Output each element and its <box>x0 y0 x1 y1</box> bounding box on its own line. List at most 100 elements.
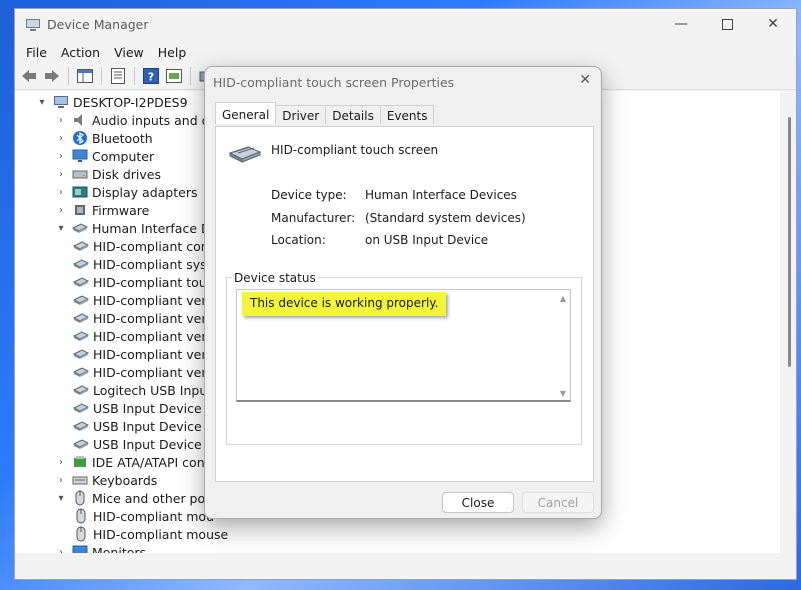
tab-general[interactable]: General <box>215 102 277 124</box>
tree-item[interactable]: HID-compliant mou <box>73 507 214 525</box>
update-driver-button[interactable] <box>164 66 184 86</box>
bluetooth-icon <box>72 130 88 146</box>
computer-icon <box>53 94 69 110</box>
menu-action[interactable]: Action <box>54 45 107 60</box>
tree-item[interactable]: HID-compliant mouse <box>73 525 228 543</box>
tree-item[interactable]: HID-compliant vend <box>72 309 218 327</box>
tree-item-label: HID-compliant vend <box>93 310 218 326</box>
maximize-button[interactable] <box>704 9 750 39</box>
chevron-right-icon[interactable]: › <box>54 133 68 144</box>
close-icon: ✕ <box>579 72 591 88</box>
title-bar[interactable]: Device Manager — ✕ <box>15 9 796 41</box>
tree-item[interactable]: HID-compliant vend <box>72 327 217 345</box>
tree-item-label: Logitech USB Input I <box>93 382 220 398</box>
vertical-scrollbar[interactable] <box>780 91 796 553</box>
chevron-right-icon[interactable]: › <box>54 151 68 162</box>
chevron-right-icon[interactable]: › <box>54 457 68 468</box>
tree-item[interactable]: HID-compliant touc <box>72 273 214 291</box>
tree-item-label: Computer <box>92 148 155 164</box>
minimize-button[interactable]: — <box>658 9 704 39</box>
tree-item-label: Firmware <box>92 202 150 218</box>
tree-item-label: Display adapters <box>92 184 198 200</box>
tree-item-label: HID-compliant touc <box>93 274 214 290</box>
update-driver-icon <box>166 69 182 83</box>
close-button[interactable]: Close <box>442 492 514 513</box>
tree-item-label: Monitors <box>92 544 147 554</box>
tree-item[interactable]: › Disk drives <box>54 165 161 183</box>
menu-view[interactable]: View <box>107 45 151 60</box>
tree-item-label: Keyboards <box>92 472 158 488</box>
chevron-right-icon[interactable]: › <box>54 169 68 180</box>
minimize-icon: — <box>674 16 688 32</box>
menu-help[interactable]: Help <box>151 45 194 60</box>
properties-button[interactable] <box>108 66 128 86</box>
tree-item[interactable]: › Keyboards <box>54 471 157 489</box>
dialog-close-button[interactable]: ✕ <box>579 72 591 88</box>
forward-button[interactable] <box>42 66 62 86</box>
tree-item[interactable]: › Firmware <box>54 201 149 219</box>
hid-icon <box>72 256 90 272</box>
chevron-right-icon[interactable]: › <box>54 205 68 216</box>
hid-icon <box>71 220 89 236</box>
help-icon: ? <box>143 68 159 84</box>
toolbar-divider <box>134 67 135 85</box>
back-button[interactable] <box>19 66 39 86</box>
horizontal-scrollbar[interactable] <box>15 553 782 569</box>
chevron-right-icon[interactable]: › <box>54 475 68 486</box>
device-status-textbox[interactable]: This device is working properly. ▲ ▼ <box>236 289 571 402</box>
tree-item-label: HID-compliant vend <box>93 346 218 362</box>
location-label: Location: <box>271 233 326 247</box>
tree-item[interactable]: HID-compliant vend <box>72 345 218 363</box>
tree-item[interactable]: HID-compliant syste <box>72 255 219 273</box>
chevron-down-icon[interactable]: ▾ <box>54 223 68 234</box>
tab-driver[interactable]: Driver <box>275 105 327 124</box>
ide-icon <box>72 454 88 470</box>
svg-text:?: ? <box>148 71 154 84</box>
tree-root[interactable]: ▾ DESKTOP-I2PDES9 <box>35 93 187 111</box>
device-name: HID-compliant touch screen <box>271 143 439 157</box>
scrollbar-thumb[interactable] <box>788 117 791 367</box>
tree-item[interactable]: HID-compliant cons <box>72 237 215 255</box>
tab-bar: General Driver Details Events <box>215 102 435 127</box>
manufacturer-value: (Standard system devices) <box>365 211 526 225</box>
hid-icon <box>72 292 90 308</box>
properties-dialog: HID-compliant touch screen Properties ✕ … <box>204 66 602 519</box>
tree-item[interactable]: › Monitors <box>54 543 146 553</box>
tree-item-label: Bluetooth <box>92 130 153 146</box>
touch-screen-device-icon <box>228 146 262 163</box>
tree-item[interactable]: HID-compliant vend <box>72 363 217 381</box>
scroll-up-icon[interactable]: ▲ <box>560 294 566 303</box>
toolbar-divider <box>101 67 102 85</box>
console-tree-icon <box>77 69 93 83</box>
tree-item[interactable]: › Computer <box>54 147 154 165</box>
tab-details[interactable]: Details <box>325 105 381 124</box>
tree-item[interactable]: HID-compliant vend <box>72 291 217 309</box>
chevron-down-icon[interactable]: ▾ <box>35 97 49 108</box>
tree-item[interactable]: USB Input Device <box>72 417 202 435</box>
tree-item[interactable]: › Bluetooth <box>54 129 153 147</box>
manufacturer-label: Manufacturer: <box>271 211 356 225</box>
tree-item-label: USB Input Device <box>93 436 202 452</box>
tree-item-label: Disk drives <box>92 166 161 182</box>
scroll-down-icon[interactable]: ▼ <box>560 389 566 398</box>
window-title: Device Manager <box>47 17 149 32</box>
device-type-value: Human Interface Devices <box>365 188 517 202</box>
chevron-right-icon[interactable]: › <box>54 115 68 126</box>
arrow-left-icon <box>22 70 36 82</box>
cancel-button[interactable]: Cancel <box>522 492 594 513</box>
close-window-button[interactable]: ✕ <box>750 9 796 39</box>
tree-item[interactable]: › Display adapters <box>54 183 197 201</box>
tab-events[interactable]: Events <box>379 105 435 124</box>
menu-bar: File Action View Help <box>15 41 796 63</box>
chevron-down-icon[interactable]: ▾ <box>54 493 68 504</box>
tree-item[interactable]: USB Input Device <box>72 435 202 453</box>
chevron-right-icon[interactable]: › <box>54 187 68 198</box>
show-hide-console-tree-button[interactable] <box>75 66 95 86</box>
tree-item-label: USB Input Device <box>93 400 202 416</box>
menu-file[interactable]: File <box>19 45 54 60</box>
tree-item[interactable]: USB Input Device <box>72 399 202 417</box>
help-button[interactable]: ? <box>141 66 161 86</box>
tree-item-label: HID-compliant mouse <box>93 526 229 542</box>
hid-icon <box>72 310 90 326</box>
tree-item[interactable]: Logitech USB Input I <box>72 381 220 399</box>
